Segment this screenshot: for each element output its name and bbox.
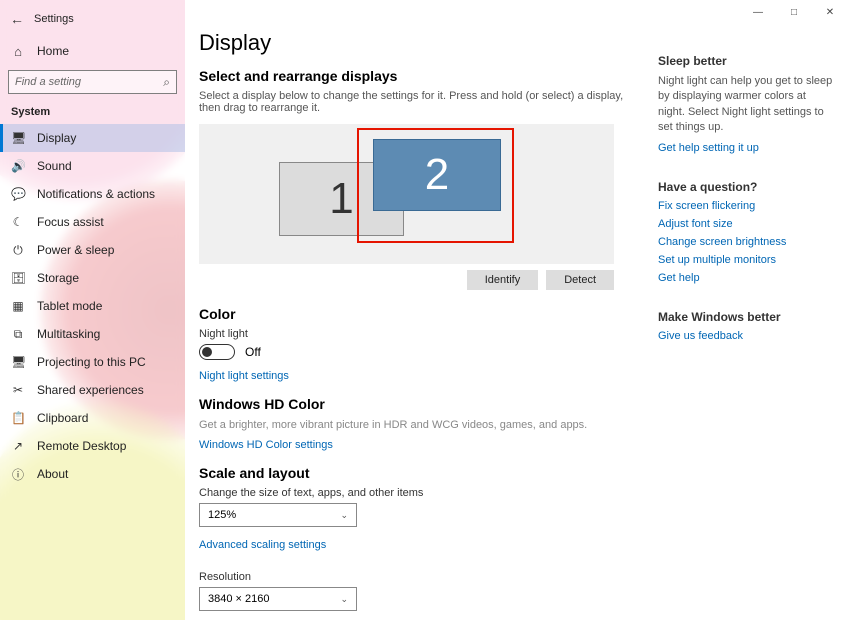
display-icon: 🖥 <box>11 131 25 145</box>
sidebar-item-label: Multitasking <box>37 327 100 341</box>
sidebar-item-label: Projecting to this PC <box>37 355 146 369</box>
night-light-settings-link[interactable]: Night light settings <box>199 370 289 382</box>
sidebar-item-label: Storage <box>37 271 79 285</box>
notifications-actions-icon: 💬 <box>11 187 25 201</box>
sidebar-item-clipboard[interactable]: 📋 Clipboard <box>0 404 185 432</box>
arrange-description: Select a display below to change the set… <box>199 90 634 114</box>
search-input[interactable]: Find a setting ⌕ <box>8 70 177 94</box>
search-placeholder: Find a setting <box>15 76 81 88</box>
resolution-value: 3840 × 2160 <box>208 593 269 605</box>
help-link-get-help[interactable]: Get help <box>658 272 834 284</box>
chevron-down-icon: ⌄ <box>340 510 348 521</box>
sleep-text: Night light can help you get to sleep by… <box>658 74 834 136</box>
sidebar-item-label: Focus assist <box>37 215 104 229</box>
sidebar-item-label: Power & sleep <box>37 243 114 257</box>
home-label: Home <box>37 44 69 58</box>
scale-size-label: Change the size of text, apps, and other… <box>199 487 634 499</box>
sidebar-item-remote-desktop[interactable]: ↗ Remote Desktop <box>0 432 185 460</box>
sidebar-item-label: About <box>37 467 68 481</box>
shared-experiences-icon: ✂ <box>11 383 25 397</box>
sleep-link[interactable]: Get help setting it up <box>658 142 834 154</box>
nav-group-system: System <box>0 102 185 124</box>
sleep-heading: Sleep better <box>658 54 834 68</box>
help-link-change-screen-brightness[interactable]: Change screen brightness <box>658 236 834 248</box>
page-title: Display <box>199 30 634 56</box>
home-icon: ⌂ <box>11 44 25 59</box>
sidebar-item-projecting-to-this-pc[interactable]: 🖥 Projecting to this PC <box>0 348 185 376</box>
hdcolor-description: Get a brighter, more vibrant picture in … <box>199 418 599 433</box>
sound-icon: 🔊 <box>11 159 25 173</box>
sidebar-item-label: Tablet mode <box>37 299 102 313</box>
back-button[interactable]: ← <box>10 11 24 27</box>
close-button[interactable]: ✕ <box>812 0 848 24</box>
sidebar: ← Settings ⌂ Home Find a setting ⌕ Syste… <box>0 0 185 620</box>
night-light-toggle[interactable] <box>199 344 235 360</box>
sidebar-item-sound[interactable]: 🔊 Sound <box>0 152 185 180</box>
sidebar-item-about[interactable]: ⓘ About <box>0 460 185 488</box>
about-icon: ⓘ <box>11 466 25 483</box>
sidebar-item-notifications-actions[interactable]: 💬 Notifications & actions <box>0 180 185 208</box>
advanced-scaling-link[interactable]: Advanced scaling settings <box>199 539 326 551</box>
monitor-2[interactable]: 2 <box>373 139 501 211</box>
sidebar-item-label: Clipboard <box>37 411 88 425</box>
feedback-link[interactable]: Give us feedback <box>658 330 834 342</box>
hdcolor-heading: Windows HD Color <box>199 396 634 412</box>
help-link-set-up-multiple-monitors[interactable]: Set up multiple monitors <box>658 254 834 266</box>
color-heading: Color <box>199 306 634 322</box>
help-link-fix-screen-flickering[interactable]: Fix screen flickering <box>658 200 834 212</box>
storage-icon: 🗄 <box>11 271 25 285</box>
sidebar-item-power-sleep[interactable]: ⏻ Power & sleep <box>0 236 185 264</box>
resolution-label: Resolution <box>199 571 634 583</box>
sidebar-item-label: Shared experiences <box>37 383 144 397</box>
main-content: Display Select and rearrange displays Se… <box>185 0 648 620</box>
sidebar-item-shared-experiences[interactable]: ✂ Shared experiences <box>0 376 185 404</box>
sidebar-item-label: Display <box>37 131 76 145</box>
maximize-button[interactable]: □ <box>776 0 812 24</box>
sidebar-item-label: Remote Desktop <box>37 439 126 453</box>
display-arrangement[interactable]: 1 2 <box>199 124 614 264</box>
question-heading: Have a question? <box>658 180 834 194</box>
detect-button[interactable]: Detect <box>546 270 614 290</box>
night-light-label: Night light <box>199 328 634 340</box>
nav-home[interactable]: ⌂ Home <box>0 36 185 66</box>
scale-size-select[interactable]: 125% ⌄ <box>199 503 357 527</box>
tablet-mode-icon: ▦ <box>11 299 25 313</box>
sidebar-item-storage[interactable]: 🗄 Storage <box>0 264 185 292</box>
arrange-heading: Select and rearrange displays <box>199 68 634 84</box>
better-heading: Make Windows better <box>658 310 834 324</box>
help-link-adjust-font-size[interactable]: Adjust font size <box>658 218 834 230</box>
multitasking-icon: ⧉ <box>11 327 25 342</box>
tips-pane: Sleep better Night light can help you ge… <box>648 0 848 620</box>
hdcolor-settings-link[interactable]: Windows HD Color settings <box>199 439 333 451</box>
sidebar-item-label: Sound <box>37 159 72 173</box>
minimize-button[interactable]: — <box>740 0 776 24</box>
chevron-down-icon: ⌄ <box>340 594 348 605</box>
sidebar-item-label: Notifications & actions <box>37 187 155 201</box>
focus-assist-icon: ☾ <box>11 215 25 229</box>
resolution-select[interactable]: 3840 × 2160 ⌄ <box>199 587 357 611</box>
projecting-to-this-pc-icon: 🖥 <box>11 355 25 369</box>
app-title: Settings <box>34 13 74 25</box>
night-light-state: Off <box>245 345 261 359</box>
identify-button[interactable]: Identify <box>467 270 538 290</box>
clipboard-icon: 📋 <box>11 411 25 425</box>
sidebar-item-multitasking[interactable]: ⧉ Multitasking <box>0 320 185 348</box>
sidebar-item-focus-assist[interactable]: ☾ Focus assist <box>0 208 185 236</box>
scale-heading: Scale and layout <box>199 465 634 481</box>
power-sleep-icon: ⏻ <box>11 243 25 258</box>
sidebar-item-display[interactable]: 🖥 Display <box>0 124 185 152</box>
remote-desktop-icon: ↗ <box>11 439 25 453</box>
sidebar-item-tablet-mode[interactable]: ▦ Tablet mode <box>0 292 185 320</box>
search-icon: ⌕ <box>163 75 170 90</box>
scale-size-value: 125% <box>208 509 236 521</box>
